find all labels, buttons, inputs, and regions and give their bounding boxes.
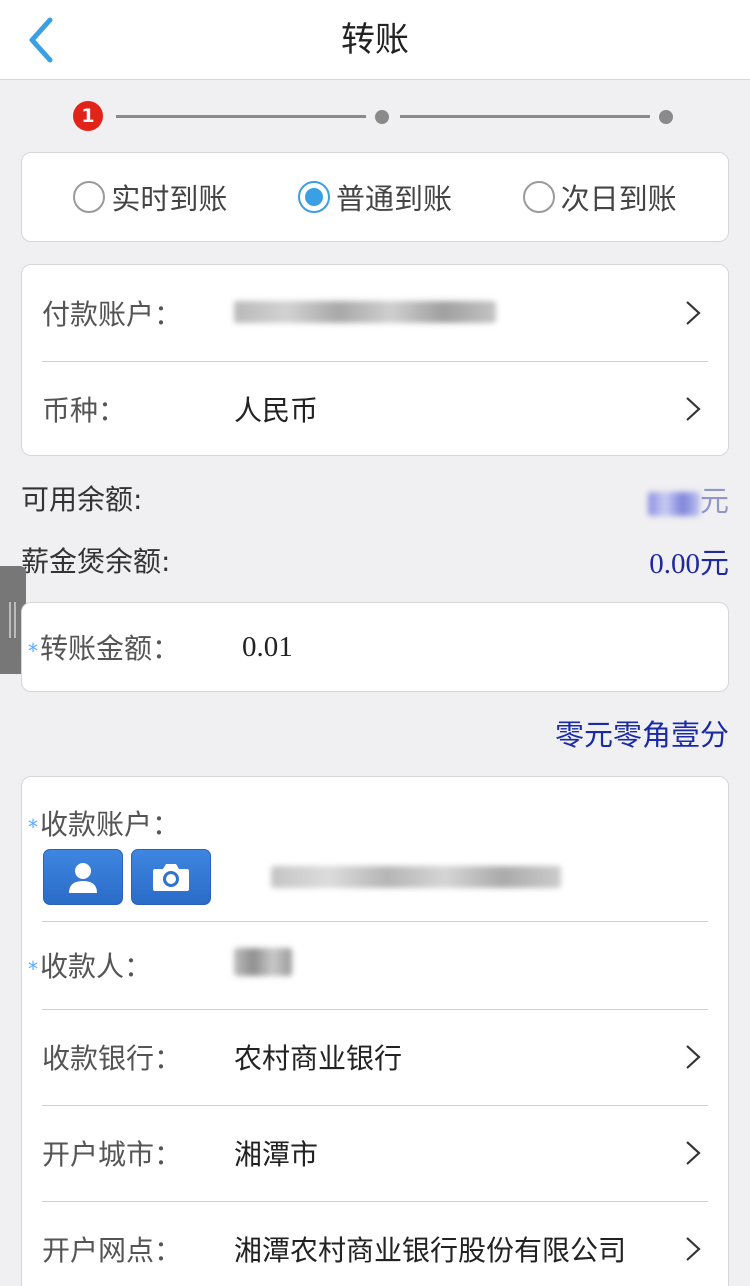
currency-label: 币种： <box>42 394 127 427</box>
payee-bank-row[interactable]: 收款银行： 农村商业银行 <box>22 1009 728 1105</box>
chevron-right-icon <box>678 1037 708 1077</box>
user-icon <box>69 863 97 893</box>
chevron-right-icon <box>678 293 708 333</box>
branch-city-row[interactable]: 开户城市： 湘潭市 <box>22 1105 728 1201</box>
payee-name-label-group: *收款人： <box>28 945 234 985</box>
payee-name-row[interactable]: *收款人： <box>22 921 728 1009</box>
masked-payee-account[interactable] <box>271 866 561 888</box>
currency-value: 人民币 <box>234 394 319 427</box>
branch-city-value: 湘潭市 <box>234 1138 319 1171</box>
transfer-mode-card: 实时到账 普通到账 次日到账 <box>21 152 729 242</box>
chevron-right-icon <box>678 1229 708 1269</box>
progress-stepper: 1 <box>70 98 682 138</box>
handle-grip <box>9 602 11 638</box>
nav-bar: 转账 <box>0 0 750 80</box>
page-title: 转账 <box>341 20 409 60</box>
salary-balance-row: 薪金煲余额: 0.00元 <box>21 540 729 580</box>
mode-label: 实时到账 <box>111 182 228 216</box>
masked-account-number <box>234 300 496 323</box>
step-1-badge: 1 <box>73 101 103 131</box>
mode-label: 普通到账 <box>335 182 452 216</box>
required-marker: * <box>28 815 38 839</box>
step-connector <box>400 115 650 118</box>
amount-input[interactable]: 0.01 <box>242 631 708 664</box>
step-3-dot <box>659 110 673 124</box>
chevron-right-icon <box>678 389 708 429</box>
salary-balance-value: 0.00元 <box>649 548 729 580</box>
payee-card: *收款账户： *收款人： 收款银行： 农村商业银行 开户城市： 湘潭市 开户网点… <box>21 776 729 1286</box>
mode-normal-option[interactable]: 普通到账 <box>297 176 452 218</box>
contacts-button[interactable] <box>43 849 123 905</box>
payer-account-label: 付款账户： <box>42 298 183 331</box>
payee-account-label-group: *收款账户： <box>28 803 708 843</box>
payee-name-label: 收款人： <box>40 950 153 983</box>
scan-camera-button[interactable] <box>131 849 211 905</box>
radio-icon <box>73 181 106 213</box>
camera-icon <box>153 864 189 891</box>
branch-office-value: 湘潭农村商业银行股份有限公司 <box>234 1234 627 1267</box>
transfer-mode-group: 实时到账 普通到账 次日到账 <box>22 153 728 241</box>
branch-office-label: 开户网点： <box>42 1234 183 1267</box>
payee-name-value <box>234 947 708 983</box>
payee-bank-label: 收款银行： <box>42 1042 183 1075</box>
required-marker: * <box>28 639 38 663</box>
amount-in-chinese: 零元零角壹分 <box>554 718 729 752</box>
payee-account-label: 收款账户： <box>40 808 181 841</box>
amount-label-group: *转账金额： <box>28 627 242 667</box>
required-marker: * <box>28 957 38 981</box>
payer-account-row[interactable]: 付款账户： <box>22 265 728 361</box>
currency-row[interactable]: 币种： 人民币 <box>22 361 728 457</box>
available-balance-row: 可用余额: 元 <box>21 478 729 518</box>
masked-payee-name <box>234 947 292 976</box>
branch-city-label: 开户城市： <box>42 1138 183 1171</box>
step-connector <box>116 115 366 118</box>
amount-row[interactable]: *转账金额： 0.01 <box>22 603 728 691</box>
amount-label: 转账金额： <box>40 632 181 665</box>
payee-bank-value: 农村商业银行 <box>234 1042 403 1075</box>
radio-icon <box>522 181 555 213</box>
amount-card: *转账金额： 0.01 <box>21 602 729 692</box>
radio-checked-icon <box>297 181 330 213</box>
payee-account-controls <box>28 849 708 905</box>
available-balance-value: 元 <box>647 478 729 520</box>
mode-nextday-option[interactable]: 次日到账 <box>522 176 677 218</box>
payee-account-row: *收款账户： <box>22 777 728 921</box>
handle-grip <box>14 602 16 638</box>
chevron-right-icon <box>678 1133 708 1173</box>
step-2-dot <box>375 110 389 124</box>
masked-balance-amount <box>647 492 700 517</box>
available-balance-label: 可用余额: <box>21 483 143 516</box>
branch-office-row[interactable]: 开户网点： 湘潭农村商业银行股份有限公司 <box>22 1201 728 1286</box>
payer-account-value <box>234 297 678 330</box>
mode-label: 次日到账 <box>560 182 677 216</box>
payer-card: 付款账户： 币种： 人民币 <box>21 264 729 456</box>
salary-balance-label: 薪金煲余额: <box>21 545 171 578</box>
currency-unit: 元 <box>699 486 729 518</box>
mode-realtime-option[interactable]: 实时到账 <box>73 176 227 218</box>
